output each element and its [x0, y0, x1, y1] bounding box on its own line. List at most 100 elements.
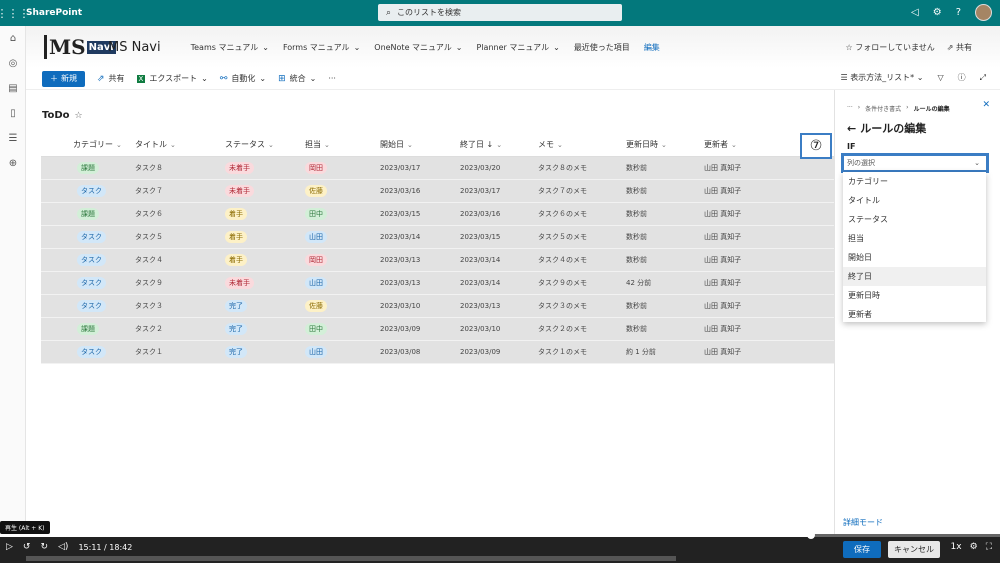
option-editor[interactable]: 更新者	[843, 305, 986, 324]
column-select-dropdown[interactable]: 列の選択 ⌄	[841, 153, 989, 173]
horizontal-scrollbar[interactable]	[26, 556, 676, 561]
play-icon[interactable]: ▷	[6, 542, 13, 552]
nav-item-recent[interactable]: 最近使った項目	[574, 42, 630, 53]
column-header[interactable]: 開始日 ⌄	[380, 134, 460, 157]
volume-icon[interactable]: ◁)	[58, 542, 68, 552]
table-row[interactable]: タスク タスク９ 未着手 山田 2023/03/13 2023/03/14 タスク９のメモ 4…	[41, 271, 834, 295]
new-button[interactable]: ＋新規	[42, 70, 85, 87]
view-selector[interactable]: ☰ 表示方法_リスト* ⌄	[840, 72, 923, 83]
title-cell[interactable]: タスク２	[135, 317, 225, 341]
option-end-date[interactable]: 終了日	[843, 267, 986, 286]
title-cell[interactable]: タスク１	[135, 340, 225, 364]
option-category[interactable]: カテゴリー	[843, 172, 986, 191]
brand-name[interactable]: SharePoint	[26, 8, 82, 18]
site-nav: Teams マニュアル ⌄ Forms マニュアル ⌄ OneNote マニュアル ⌄…	[191, 42, 660, 53]
app-launcher-icon[interactable]: ⋮⋮⋮	[0, 0, 30, 26]
memo-cell: タスク８のメモ	[538, 156, 626, 180]
avatar[interactable]	[975, 4, 992, 21]
title-cell[interactable]: タスク４	[135, 248, 225, 272]
excel-icon: X	[136, 74, 146, 83]
chevron-down-icon: ⌄	[553, 42, 560, 52]
column-header[interactable]: タイトル ⌄	[135, 134, 225, 157]
assignee-pill: 山田	[305, 276, 327, 289]
table-row[interactable]: 課題 タスク２ 完了 田中 2023/03/09 2023/03/10 タスク２のメモ 数秒前…	[41, 317, 834, 341]
globe-icon[interactable]: ◎	[0, 51, 26, 76]
option-status[interactable]: ステータス	[843, 210, 986, 229]
table-row[interactable]: 課題 タスク６ 着手 田中 2023/03/15 2023/03/16 タスク６のメモ 数秒前…	[41, 202, 834, 226]
end-date-cell: 2023/03/13	[460, 294, 538, 318]
search-box[interactable]: ⌕ このリストを検索	[378, 4, 622, 21]
column-header[interactable]: 担当 ⌄	[305, 134, 380, 157]
automate-command[interactable]: ⚯ 自動化 ⌄	[220, 73, 266, 84]
close-icon[interactable]: ✕	[982, 100, 990, 110]
editor-cell: 山田 真知子	[704, 225, 834, 249]
share-command[interactable]: ⇗ 共有	[97, 73, 125, 84]
status-pill: 着手	[225, 207, 247, 220]
title-cell[interactable]: タスク３	[135, 294, 225, 318]
column-header[interactable]: ステータス ⌄	[225, 134, 305, 157]
gear-icon[interactable]: ⚙	[933, 7, 942, 18]
news-icon[interactable]: ▤	[0, 76, 26, 101]
title-cell[interactable]: タスク７	[135, 179, 225, 203]
status-pill: 未着手	[225, 276, 254, 289]
help-icon[interactable]: ?	[956, 7, 961, 18]
list-icon[interactable]: ☰	[0, 126, 26, 151]
title-cell[interactable]: タスク５	[135, 225, 225, 249]
title-cell[interactable]: タスク８	[135, 156, 225, 180]
file-icon[interactable]: ▯	[0, 101, 26, 126]
suite-icons: ◁ ⚙ ?	[911, 4, 992, 21]
add-icon[interactable]: ⊕	[0, 151, 26, 176]
progress-knob[interactable]	[807, 531, 815, 539]
nav-item-forms[interactable]: Forms マニュアル ⌄	[283, 42, 360, 53]
favorite-star-icon[interactable]: ☆	[75, 111, 83, 121]
option-assignee[interactable]: 担当	[843, 229, 986, 248]
play-tooltip: 再生 (Alt + K)	[0, 521, 50, 534]
gear-icon[interactable]: ⚙	[970, 542, 978, 552]
integrate-command[interactable]: ⊞ 統合 ⌄	[278, 73, 316, 84]
save-button[interactable]: 保存	[843, 541, 881, 558]
option-start-date[interactable]: 開始日	[843, 248, 986, 267]
cancel-button[interactable]: キャンセル	[888, 541, 940, 558]
nav-item-onenote[interactable]: OneNote マニュアル ⌄	[374, 42, 462, 53]
home-icon[interactable]: ⌂	[0, 26, 26, 51]
editor-cell: 山田 真知子	[704, 202, 834, 226]
megaphone-icon[interactable]: ◁	[911, 7, 919, 18]
video-progress[interactable]	[0, 531, 1000, 539]
nav-edit-link[interactable]: 編集	[644, 42, 660, 53]
back-arrow-icon[interactable]: ←	[847, 122, 856, 135]
title-cell[interactable]: タスク９	[135, 271, 225, 295]
forward-icon[interactable]: ↻	[40, 542, 48, 552]
speed-button[interactable]: 1x	[951, 542, 962, 552]
site-name[interactable]: MS Navi	[108, 40, 161, 55]
title-cell[interactable]: タスク６	[135, 202, 225, 226]
table-row[interactable]: タスク タスク７ 未着手 佐藤 2023/03/16 2023/03/17 タスク７のメモ数…	[41, 179, 834, 203]
column-header[interactable]: 更新日時 ⌄	[626, 134, 704, 157]
status-pill: 完了	[225, 322, 247, 335]
table-row[interactable]: タスク タスク５ 着手 山田 2023/03/14 2023/03/15 タスク５のメモ 数秒…	[41, 225, 834, 249]
export-command[interactable]: X エクスポート ⌄	[136, 73, 208, 84]
advanced-mode-link[interactable]: 詳細モード	[843, 517, 883, 528]
category-pill: 課題	[77, 207, 99, 220]
follow-button[interactable]: ☆ フォローしていません	[846, 42, 935, 53]
nav-item-planner[interactable]: Planner マニュアル ⌄	[477, 42, 560, 53]
table-row[interactable]: タスク タスク１ 完了 山田 2023/03/08 2023/03/09 タスク１のメモ約 …	[41, 340, 834, 364]
table-row[interactable]: タスク タスク３ 完了 佐藤 2023/03/10 2023/03/13 タスク３のメモ 数秒…	[41, 294, 834, 318]
site-logo[interactable]: MS Navi	[44, 32, 116, 62]
nav-item-teams[interactable]: Teams マニュアル ⌄	[191, 42, 269, 53]
rewind-icon[interactable]: ↺	[23, 542, 31, 552]
share-button[interactable]: ⇗ 共有	[947, 42, 972, 53]
table-row[interactable]: タスク タスク４ 着手 岡田 2023/03/13 2023/03/14 タスク４のメモ 数秒…	[41, 248, 834, 272]
option-modified[interactable]: 更新日時	[843, 286, 986, 305]
expand-icon[interactable]: ⤢	[980, 73, 986, 83]
end-date-cell: 2023/03/14	[460, 271, 538, 295]
filter-icon[interactable]: ▽	[937, 73, 943, 82]
info-icon[interactable]: ⓘ	[958, 72, 966, 83]
column-header[interactable]: 終了日 ↓ ⌄	[460, 134, 538, 157]
option-title[interactable]: タイトル	[843, 191, 986, 210]
column-header[interactable]: メモ ⌄	[538, 134, 626, 157]
fullscreen-icon[interactable]: ⛶	[986, 542, 992, 552]
more-command[interactable]: ···	[328, 74, 336, 83]
table-row[interactable]: 課題 タスク８ 未着手 岡田 2023/03/17 2023/03/20 タスク８のメモ 数秒…	[41, 156, 834, 180]
column-header[interactable]: カテゴリー ⌄	[41, 134, 135, 157]
assignee-pill: 山田	[305, 345, 327, 358]
